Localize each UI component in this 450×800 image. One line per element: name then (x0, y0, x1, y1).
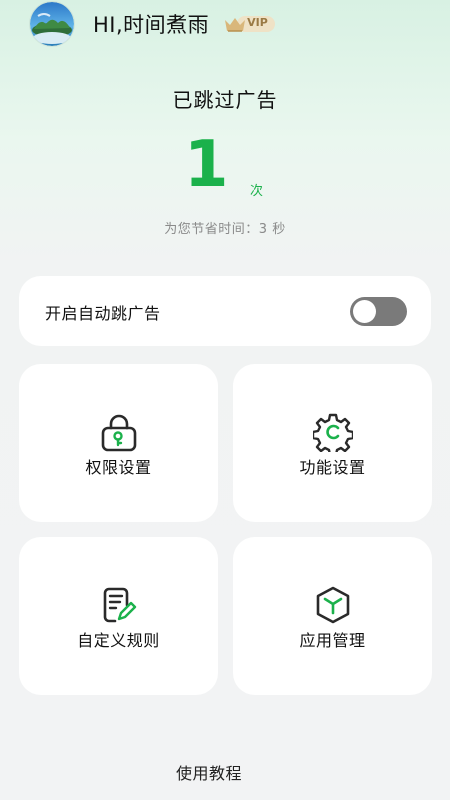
skip-count-unit: 次 (250, 184, 264, 199)
tile-label-permission: 权限设置 (85, 458, 152, 477)
skip-count-value: 1 (184, 128, 229, 202)
vip-label: VIP (247, 16, 268, 29)
saved-time-text: 为您节省时间：3 秒 (164, 222, 286, 237)
auto-skip-toggle[interactable] (350, 297, 407, 326)
custom-rules-tile[interactable]: 自定义规则 (19, 537, 218, 695)
app-management-tile[interactable]: 应用管理 (233, 537, 432, 695)
tile-label-app-management: 应用管理 (299, 631, 366, 650)
avatar[interactable] (30, 2, 74, 46)
user-greeting: HI,时间煮雨 (93, 13, 210, 37)
auto-skip-card: 开启自动跳广告 (19, 276, 431, 346)
tile-label-function: 功能设置 (299, 458, 366, 477)
tile-label-custom-rules: 自定义规则 (77, 631, 160, 650)
gear-icon (313, 413, 353, 452)
function-settings-tile[interactable]: 功能设置 (233, 364, 432, 522)
avatar-image (30, 2, 74, 46)
stats-title: 已跳过广告 (172, 88, 278, 112)
toggle-knob (353, 300, 376, 323)
cube-icon (316, 586, 350, 624)
auto-skip-label: 开启自动跳广告 (45, 304, 161, 323)
usage-tutorial-link[interactable]: 使用教程 (176, 760, 242, 784)
permission-settings-tile[interactable]: 权限设置 (19, 364, 218, 522)
lock-key-icon (101, 414, 137, 452)
document-edit-icon (103, 587, 137, 623)
header: HI,时间煮雨 VIP (30, 2, 277, 46)
skip-count: 1 次 (0, 128, 450, 204)
ad-skip-stats: 已跳过广告 1 次 为您节省时间：3 秒 (0, 84, 450, 237)
vip-badge[interactable]: VIP (223, 12, 277, 36)
